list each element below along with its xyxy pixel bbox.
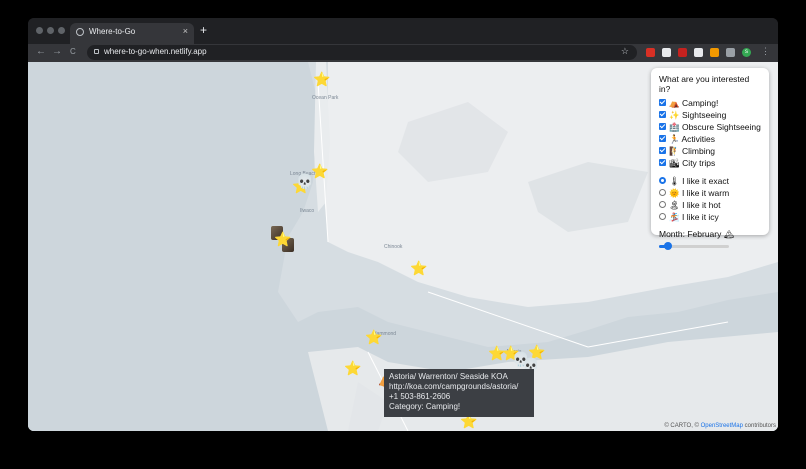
category-icon: 🏥 (669, 122, 680, 132)
month-label: Month: February 🏔 (659, 229, 735, 239)
tab-title: Where-to-Go (89, 27, 136, 36)
openstreetmap-link[interactable]: OpenStreetMap (701, 423, 743, 429)
map-label: Ocean Park (312, 95, 339, 101)
attribution-suffix: contributors (742, 423, 776, 429)
category-sightseeing[interactable]: ✨ Sightseeing (659, 109, 761, 121)
map-label: Chinook (384, 244, 403, 250)
map-label: Ilwaco (300, 208, 315, 214)
category-obscure-sightseeing[interactable]: 🏥 Obscure Sightseeing (659, 121, 761, 133)
sightseeing-marker[interactable]: ⭐ (344, 361, 361, 375)
category-label: Sightseeing (681, 110, 727, 120)
tooltip-name: Astoria/ Warrenton/ Seaside KOA (389, 372, 508, 381)
new-tab-button[interactable]: + (200, 24, 207, 36)
profile-avatar[interactable]: s (742, 48, 751, 57)
checkbox[interactable] (659, 111, 666, 118)
temp-label: I like it warm (681, 188, 730, 198)
checkbox[interactable] (659, 159, 666, 166)
category-city-trips[interactable]: 🏙 City trips (659, 157, 761, 169)
category-climbing[interactable]: 🧗 Climbing (659, 145, 761, 157)
panel-title: What are you interested in? (659, 74, 750, 94)
category-camping[interactable]: ⛺ Camping! (659, 97, 761, 109)
close-window-icon[interactable] (36, 27, 43, 34)
close-tab-icon[interactable]: × (183, 26, 188, 36)
category-icon: ⛺ (669, 98, 680, 108)
temp-hot[interactable]: 🏝 I like it hot (659, 199, 761, 211)
tooltip-category: Category: Camping! (389, 402, 461, 411)
temp-icon: 🏂 (669, 212, 680, 222)
radio-button[interactable] (659, 189, 666, 196)
category-icon: 🏃 (669, 134, 680, 144)
extensions-puzzle-icon[interactable] (726, 48, 735, 57)
temp-exact[interactable]: 🌡 I like it exact (659, 175, 761, 187)
category-activities[interactable]: 🏃 Activities (659, 133, 761, 145)
checkbox[interactable] (659, 123, 666, 130)
checkbox[interactable] (659, 147, 666, 154)
temp-label: I like it exact (682, 176, 729, 186)
temp-label: I like it hot (682, 200, 721, 210)
month-slider[interactable] (659, 242, 729, 250)
map-view[interactable]: Ocean Park Long Beach Ilwaco Chinook Ham… (28, 62, 778, 431)
extension-red-icon[interactable] (646, 48, 655, 57)
extension-fox-icon[interactable] (710, 48, 719, 57)
slider-thumb[interactable] (663, 242, 672, 250)
temp-icon: 🌡 (669, 176, 680, 186)
category-label: Camping! (681, 98, 719, 108)
category-label: Climbing (681, 146, 716, 156)
back-button[interactable]: ← (36, 46, 46, 57)
tooltip-phone: +1 503-861-2606 (389, 392, 451, 401)
bookmark-star-icon[interactable]: ☆ (621, 46, 629, 57)
tooltip-url: http://koa.com/campgrounds/astoria/ (389, 382, 519, 391)
radio-button[interactable] (659, 213, 666, 220)
temp-icy[interactable]: 🏂 I like it icy (659, 211, 761, 223)
forward-button[interactable]: → (52, 46, 62, 57)
lock-icon (94, 49, 99, 54)
category-label: City trips (682, 158, 716, 168)
attribution-prefix: © CARTO, © (664, 423, 701, 429)
extension-record-icon[interactable] (678, 48, 687, 57)
menu-icon[interactable]: ⋮ (761, 46, 770, 57)
browser-window: Where-to-Go × + ← → C where-to-go-when.n… (28, 18, 778, 431)
extension-layers-icon[interactable] (694, 48, 703, 57)
tab-where-to-go[interactable]: Where-to-Go × (70, 23, 194, 44)
category-icon: 🏙 (669, 158, 680, 168)
radio-button[interactable] (659, 177, 666, 184)
address-bar[interactable]: where-to-go-when.netlify.app ☆ (87, 45, 637, 60)
obscure-sightseeing-marker[interactable]: 💀 (296, 174, 313, 188)
url-text[interactable]: where-to-go-when.netlify.app (104, 47, 207, 56)
radio-button[interactable] (659, 201, 666, 208)
temp-icon: 🏝 (669, 200, 680, 210)
sightseeing-marker[interactable]: ⭐ (365, 330, 382, 344)
temp-label: I like it icy (681, 212, 719, 222)
maximize-window-icon[interactable] (58, 27, 65, 34)
checkbox[interactable] (659, 135, 666, 142)
category-icon: 🧗 (669, 146, 680, 156)
browser-toolbar: ← → C where-to-go-when.netlify.app ☆ s ⋮ (28, 44, 778, 62)
category-icon: ✨ (669, 110, 680, 120)
marker-tooltip: Astoria/ Warrenton/ Seaside KOA http://k… (384, 369, 534, 417)
temp-icon: 🌞 (669, 188, 680, 198)
checkbox[interactable] (659, 99, 666, 106)
sightseeing-marker[interactable]: ⭐ (274, 232, 291, 246)
map-attribution: © CARTO, © OpenStreetMap contributors (664, 423, 776, 429)
sightseeing-marker[interactable]: ⭐ (311, 164, 328, 178)
globe-icon (76, 28, 84, 36)
tab-bar: Where-to-Go × + (28, 18, 778, 44)
category-label: Activities (681, 134, 716, 144)
temp-warm[interactable]: 🌞 I like it warm (659, 187, 761, 199)
extension-doc-icon[interactable] (662, 48, 671, 57)
filter-panel: What are you interested in? ⛺ Camping! ✨… (651, 68, 769, 250)
minimize-window-icon[interactable] (47, 27, 54, 34)
category-label: Obscure Sightseeing (681, 122, 761, 132)
sightseeing-marker[interactable]: ⭐ (410, 261, 427, 275)
sightseeing-marker[interactable]: ⭐ (313, 72, 330, 86)
reload-button[interactable]: C (70, 47, 76, 56)
